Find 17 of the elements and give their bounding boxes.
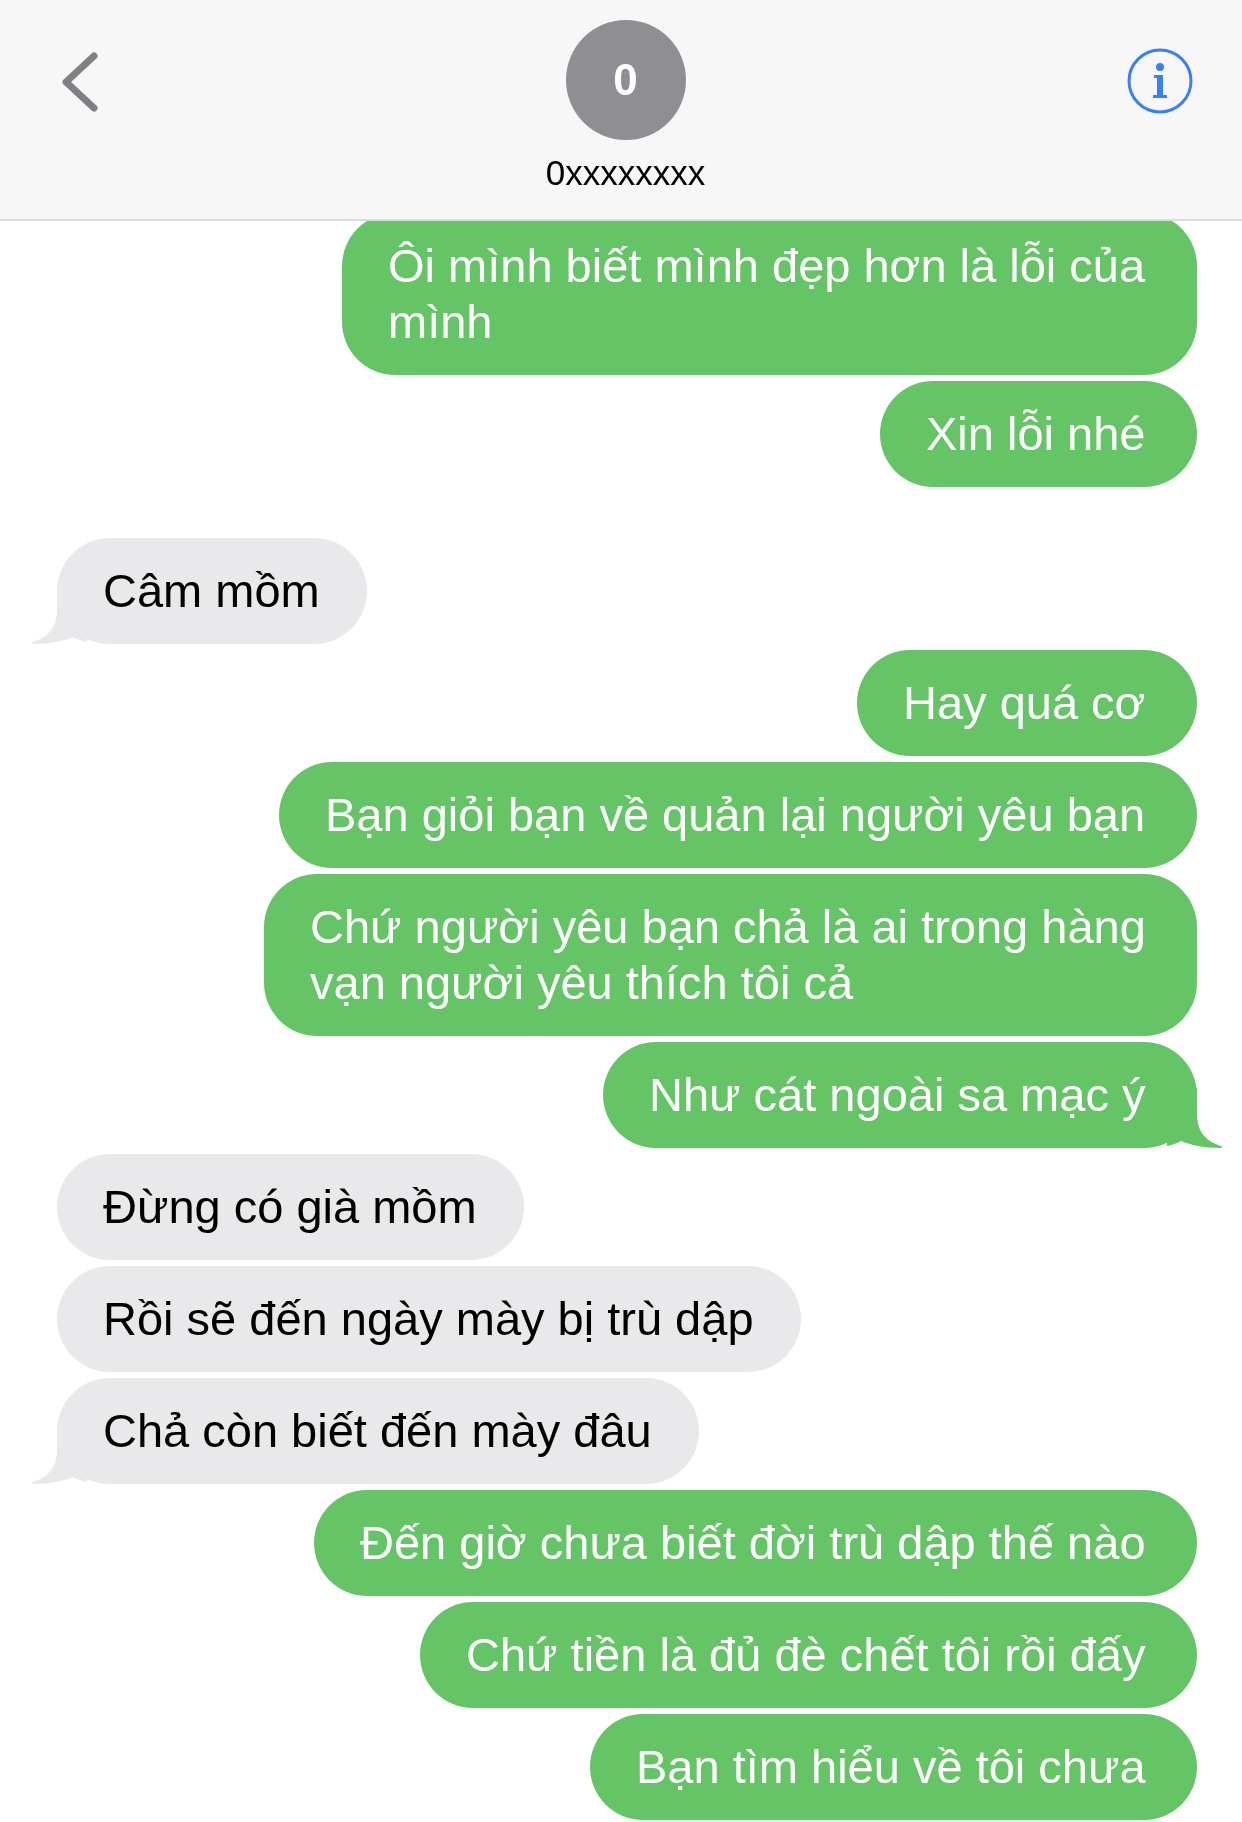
contact-avatar: 0 [565, 20, 686, 140]
info-button[interactable] [1127, 48, 1193, 114]
sent-message-bubble: Chứ tiền là đủ đè chết tôi rồi đấy [420, 1602, 1197, 1708]
sent-message-bubble: Xin lỗi nhé [880, 381, 1197, 487]
contact-name: 0xxxxxxxx [545, 152, 706, 194]
received-message-bubble: Chả còn biết đến mày đâu [57, 1378, 699, 1484]
sent-message-bubble: Như cát ngoài sa mạc ý [603, 1042, 1197, 1148]
sent-message-bubble: Hay quá cơ [857, 650, 1197, 756]
info-icon [1127, 48, 1193, 114]
received-message-bubble: Đừng có già mồm [57, 1154, 524, 1260]
sent-message-bubble: Đến giờ chưa biết đời trù dập thế nào [314, 1490, 1197, 1596]
sent-message-bubble: Bạn giỏi bạn về quản lại người yêu bạn [279, 762, 1197, 868]
sent-message-bubble: Chứ người yêu bạn chả là ai trong hàng vạn người yêu thích tôi cả [264, 874, 1197, 1036]
sent-message-bubble: Bạn tìm hiểu về tôi chưa [590, 1714, 1197, 1820]
chevron-left-icon [60, 52, 100, 112]
received-message-bubble: Rồi sẽ đến ngày mày bị trù dập [57, 1266, 801, 1372]
received-message-bubble: Câm mồm [57, 538, 367, 644]
